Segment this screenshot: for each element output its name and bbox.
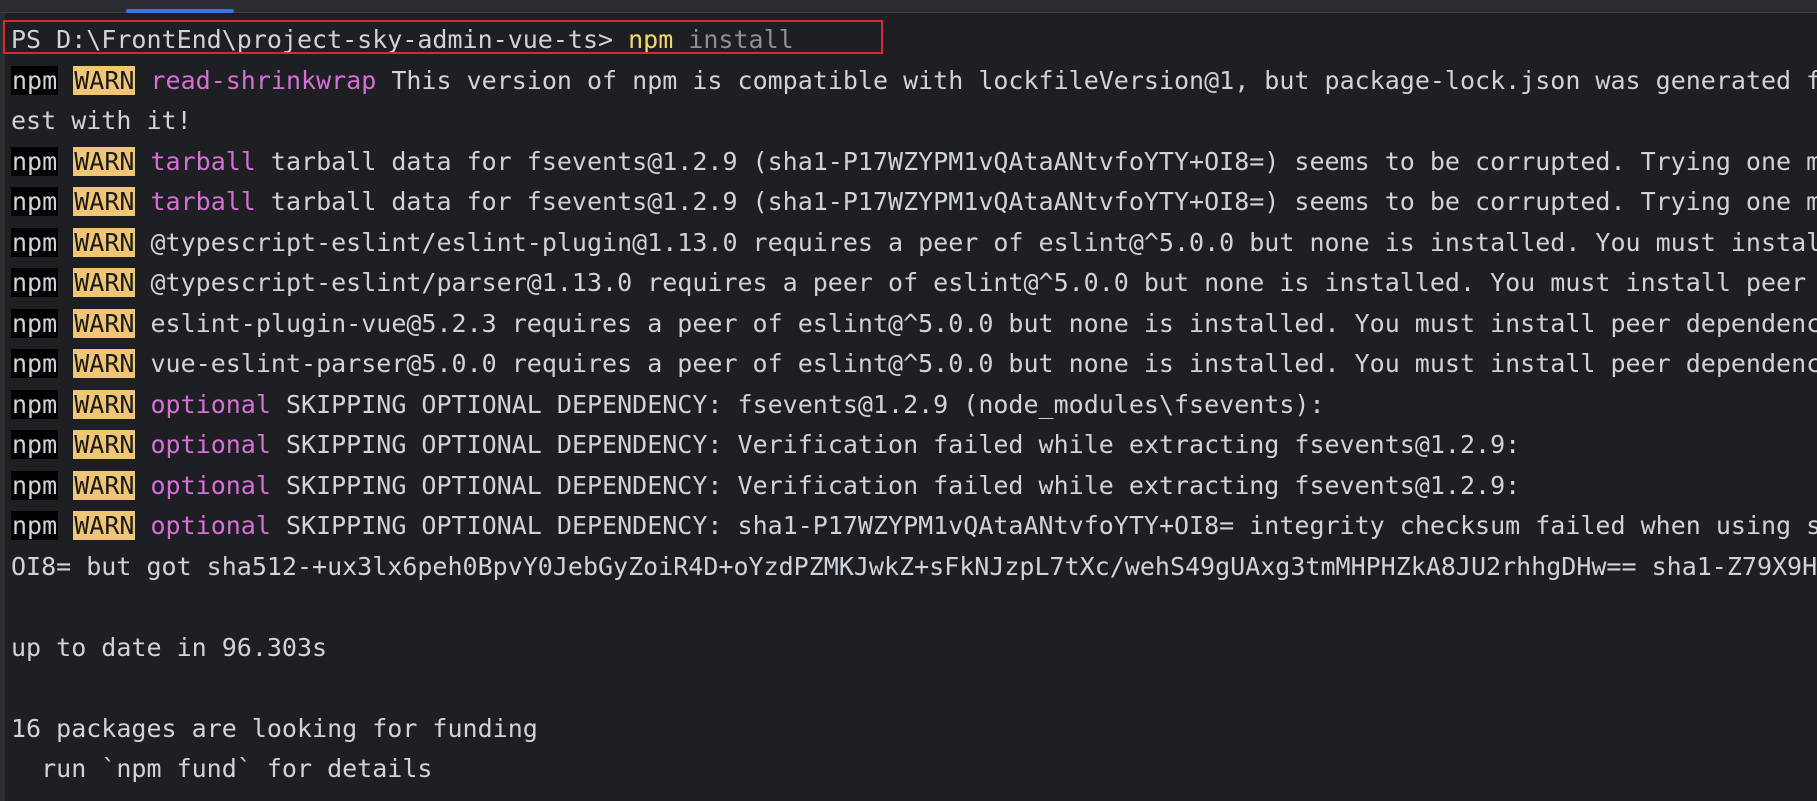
warning-message: SKIPPING OPTIONAL DEPENDENCY: Verificati… [270,430,1521,459]
npm-badge: npm [11,187,59,216]
warning-message: eslint-plugin-vue@5.2.3 requires a peer … [150,308,1817,338]
warn-badge: WARN [73,146,136,176]
warning-tag: tarball [150,187,256,216]
scrollbar[interactable] [1809,13,1817,801]
warning-line: npm WARN read-shrinkwrap This version of… [11,61,1817,102]
warning-line: npm WARN tarball tarball data for fseven… [11,182,1817,223]
warning-message: This version of npm is compatible with l… [376,65,1817,95]
warning-tag: optional [150,511,271,540]
npm-badge: npm [11,308,59,338]
warn-badge: WARN [73,268,136,297]
funding-hint-line: run `npm fund` for details [11,754,433,783]
left-gutter [0,13,5,801]
warn-badge: WARN [73,227,136,257]
prompt-path: PS D:\FrontEnd\project-sky-admin-vue-ts> [11,25,629,54]
active-tab-indicator[interactable] [126,9,234,13]
warning-line: npm WARN @typescript-eslint/parser@1.13.… [11,263,1817,304]
warning-tag: optional [150,389,271,419]
npm-badge: npm [11,268,59,297]
warning-line: npm WARN optional SKIPPING OPTIONAL DEPE… [11,385,1817,426]
warning-message: SKIPPING OPTIONAL DEPENDENCY: fsevents@1… [270,389,1325,419]
warning-message: SKIPPING OPTIONAL DEPENDENCY: Verificati… [270,470,1521,500]
warning-line: npm WARN optional SKIPPING OPTIONAL DEPE… [11,466,1817,507]
prompt-command: npm [628,25,674,54]
warn-badge: WARN [73,349,136,378]
warning-message: @typescript-eslint/parser@1.13.0 require… [150,268,1817,297]
prompt-line: PS D:\FrontEnd\project-sky-admin-vue-ts>… [11,20,1817,61]
warning-tag: read-shrinkwrap [150,65,377,95]
npm-badge: npm [11,430,59,459]
warning-line: npm WARN optional SKIPPING OPTIONAL DEPE… [11,506,1817,547]
warning-line: npm WARN @typescript-eslint/eslint-plugi… [11,223,1817,264]
npm-badge: npm [11,389,59,419]
npm-badge: npm [11,65,59,95]
npm-badge: npm [11,227,59,257]
warn-badge: WARN [73,308,136,338]
npm-badge: npm [11,470,59,500]
warning-message: tarball data for fsevents@1.2.9 (sha1-P1… [255,187,1817,216]
warning-line: npm WARN optional SKIPPING OPTIONAL DEPE… [11,425,1817,466]
terminal-output[interactable]: PS D:\FrontEnd\project-sky-admin-vue-ts>… [11,20,1817,790]
terminal-window[interactable]: PS D:\FrontEnd\project-sky-admin-vue-ts>… [0,0,1817,801]
warning-message: @typescript-eslint/eslint-plugin@1.13.0 … [150,227,1817,257]
warning-line: npm WARN tarball tarball data for fseven… [11,142,1817,183]
warning-line: npm WARN eslint-plugin-vue@5.2.3 require… [11,304,1817,345]
npm-badge: npm [11,511,59,540]
wrapped-line: est with it! [11,106,192,135]
npm-badge: npm [11,146,59,176]
warning-tag: tarball [150,146,256,176]
warn-badge: WARN [73,470,136,500]
warn-badge: WARN [73,511,136,540]
warning-message: SKIPPING OPTIONAL DEPENDENCY: sha1-P17WZ… [270,511,1817,540]
summary-line: up to date in 96.303s [11,632,328,662]
warn-badge: WARN [73,65,136,95]
warning-line: npm WARN vue-eslint-parser@5.0.0 require… [11,344,1817,385]
warning-message: vue-eslint-parser@5.0.0 requires a peer … [150,349,1817,378]
tab-strip [0,0,1817,13]
wrapped-line: OI8= but got sha512-+ux3lx6peh0BpvY0JebG… [11,551,1817,581]
warn-badge: WARN [73,187,136,216]
funding-line: 16 packages are looking for funding [11,713,538,743]
warning-tag: optional [150,470,271,500]
warn-badge: WARN [73,389,136,419]
warning-message: tarball data for fsevents@1.2.9 (sha1-P1… [255,146,1817,176]
prompt-argument: install [688,25,794,54]
warning-tag: optional [150,430,271,459]
npm-badge: npm [11,349,59,378]
warn-badge: WARN [73,430,136,459]
